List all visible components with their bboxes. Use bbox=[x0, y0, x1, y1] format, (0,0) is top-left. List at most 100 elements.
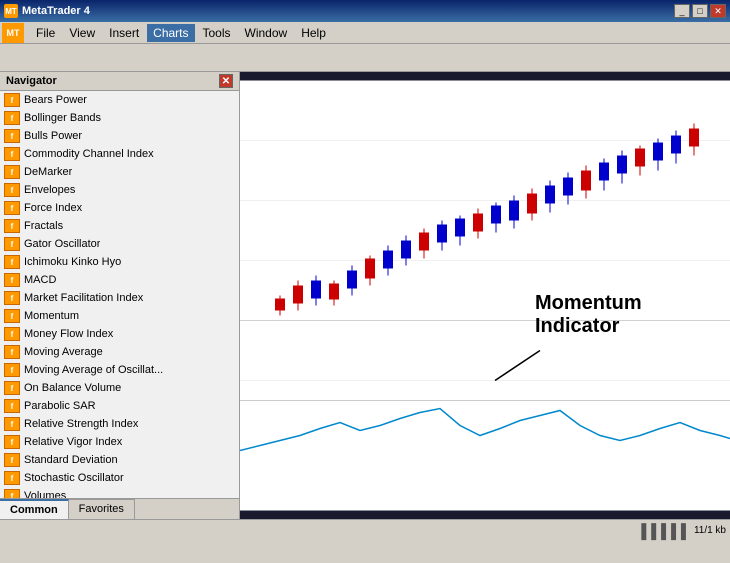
nav-item-label: MACD bbox=[24, 274, 56, 286]
nav-item-label: Standard Deviation bbox=[24, 454, 118, 466]
status-bar: ▐▐▐▐▐ 11/1 kb bbox=[0, 519, 730, 541]
nav-item[interactable]: f Bears Power bbox=[0, 91, 239, 109]
status-right-text: 11/1 kb bbox=[694, 525, 726, 536]
nav-item-icon: f bbox=[4, 111, 20, 125]
toolbar bbox=[0, 44, 730, 72]
nav-item[interactable]: f Moving Average bbox=[0, 343, 239, 361]
app-menu-icon[interactable]: MT bbox=[2, 23, 24, 43]
nav-item-label: Volumes bbox=[24, 490, 66, 498]
close-button[interactable]: ✕ bbox=[710, 4, 726, 18]
navigator-header: Navigator ✕ bbox=[0, 72, 239, 91]
chart-area[interactable]: Momentum Indicator bbox=[240, 72, 730, 519]
nav-item[interactable]: f Bollinger Bands bbox=[0, 109, 239, 127]
nav-item-label: Force Index bbox=[24, 202, 82, 214]
menu-insert[interactable]: Insert bbox=[103, 24, 145, 42]
nav-item[interactable]: f Envelopes bbox=[0, 181, 239, 199]
title-bar: MT MetaTrader 4 _ □ ✕ bbox=[0, 0, 730, 22]
nav-item-icon: f bbox=[4, 255, 20, 269]
status-bar-right: ▐▐▐▐▐ 11/1 kb bbox=[636, 523, 726, 539]
menu-file[interactable]: File bbox=[30, 24, 61, 42]
nav-item[interactable]: f DeMarker bbox=[0, 163, 239, 181]
title-bar-controls: _ □ ✕ bbox=[674, 4, 726, 18]
nav-item[interactable]: f Market Facilitation Index bbox=[0, 289, 239, 307]
nav-item-icon: f bbox=[4, 147, 20, 161]
nav-item[interactable]: f Stochastic Oscillator bbox=[0, 469, 239, 487]
nav-item-icon: f bbox=[4, 219, 20, 233]
nav-item-label: Envelopes bbox=[24, 184, 75, 196]
nav-item-icon: f bbox=[4, 345, 20, 359]
nav-item-label: Momentum bbox=[24, 310, 79, 322]
nav-item-label: Fractals bbox=[24, 220, 63, 232]
nav-item[interactable]: f Money Flow Index bbox=[0, 325, 239, 343]
nav-item-icon: f bbox=[4, 165, 20, 179]
menu-bar: MT File View Insert Charts Tools Window … bbox=[0, 22, 730, 44]
nav-item-label: Money Flow Index bbox=[24, 328, 113, 340]
nav-item-icon: f bbox=[4, 399, 20, 413]
tab-favorites[interactable]: Favorites bbox=[69, 499, 135, 519]
nav-item[interactable]: f Standard Deviation bbox=[0, 451, 239, 469]
nav-item-label: DeMarker bbox=[24, 166, 72, 178]
nav-item-icon: f bbox=[4, 471, 20, 485]
title-bar-left: MT MetaTrader 4 bbox=[4, 4, 90, 18]
nav-item-icon: f bbox=[4, 291, 20, 305]
nav-item[interactable]: f Fractals bbox=[0, 217, 239, 235]
nav-item-label: On Balance Volume bbox=[24, 382, 121, 394]
nav-item[interactable]: f Volumes bbox=[0, 487, 239, 498]
nav-item[interactable]: f On Balance Volume bbox=[0, 379, 239, 397]
nav-item-icon: f bbox=[4, 129, 20, 143]
nav-item-label: Ichimoku Kinko Hyo bbox=[24, 256, 121, 268]
nav-item-icon: f bbox=[4, 237, 20, 251]
nav-item-icon: f bbox=[4, 417, 20, 431]
nav-item[interactable]: f Ichimoku Kinko Hyo bbox=[0, 253, 239, 271]
nav-item-icon: f bbox=[4, 201, 20, 215]
nav-item[interactable]: f Moving Average of Oscillat... bbox=[0, 361, 239, 379]
nav-item-label: Bears Power bbox=[24, 94, 87, 106]
nav-item[interactable]: f Relative Vigor Index bbox=[0, 433, 239, 451]
tab-common[interactable]: Common bbox=[0, 499, 69, 519]
nav-item[interactable]: f MACD bbox=[0, 271, 239, 289]
nav-item[interactable]: fParabolic SAR bbox=[0, 397, 239, 415]
nav-item[interactable]: f Relative Strength Index bbox=[0, 415, 239, 433]
nav-item-label: Moving Average bbox=[24, 346, 103, 358]
menu-charts[interactable]: Charts bbox=[147, 24, 194, 42]
nav-item[interactable]: f Force Index bbox=[0, 199, 239, 217]
nav-item-icon: f bbox=[4, 327, 20, 341]
nav-item-icon: f bbox=[4, 381, 20, 395]
nav-item-icon: f bbox=[4, 309, 20, 323]
title-bar-text: MetaTrader 4 bbox=[22, 5, 90, 17]
navigator-tabs: Common Favorites bbox=[0, 498, 239, 519]
chart-svg bbox=[240, 72, 730, 519]
nav-item-label: Bollinger Bands bbox=[24, 112, 101, 124]
navigator-close-button[interactable]: ✕ bbox=[219, 74, 233, 88]
nav-item-icon: f bbox=[4, 93, 20, 107]
nav-item-label: Stochastic Oscillator bbox=[24, 472, 124, 484]
navigator-title: Navigator bbox=[6, 75, 57, 87]
menu-view[interactable]: View bbox=[63, 24, 101, 42]
nav-item-icon: f bbox=[4, 363, 20, 377]
nav-item[interactable]: f Gator Oscillator bbox=[0, 235, 239, 253]
main-area: Navigator ✕ f Bears Power f Bollinger Bands… bbox=[0, 72, 730, 519]
nav-item-icon: f bbox=[4, 489, 20, 498]
nav-item-label: Relative Strength Index bbox=[24, 418, 138, 430]
menu-help[interactable]: Help bbox=[295, 24, 332, 42]
menu-bar-left: MT File View Insert Charts Tools Window … bbox=[2, 23, 332, 43]
nav-item-icon: f bbox=[4, 435, 20, 449]
menu-tools[interactable]: Tools bbox=[197, 24, 237, 42]
nav-item[interactable]: f Momentum bbox=[0, 307, 239, 325]
navigator-list[interactable]: f Bears Power f Bollinger Bands f Bulls Power… bbox=[0, 91, 239, 498]
minimize-button[interactable]: _ bbox=[674, 4, 690, 18]
maximize-button[interactable]: □ bbox=[692, 4, 708, 18]
navigator-panel: Navigator ✕ f Bears Power f Bollinger Bands… bbox=[0, 72, 240, 519]
nav-item-label: Gator Oscillator bbox=[24, 238, 100, 250]
nav-item-icon: f bbox=[4, 273, 20, 287]
nav-item-label: Bulls Power bbox=[24, 130, 82, 142]
nav-item[interactable]: fCommodity Channel Index bbox=[0, 145, 239, 163]
nav-item-label: Moving Average of Oscillat... bbox=[24, 364, 163, 376]
nav-item[interactable]: f Bulls Power bbox=[0, 127, 239, 145]
nav-item-icon: f bbox=[4, 453, 20, 467]
nav-item-label: Relative Vigor Index bbox=[24, 436, 122, 448]
menu-window[interactable]: Window bbox=[239, 24, 294, 42]
nav-item-icon: f bbox=[4, 183, 20, 197]
bar-icon: ▐▐▐▐▐ bbox=[636, 523, 686, 539]
nav-item-label: Market Facilitation Index bbox=[24, 292, 143, 304]
